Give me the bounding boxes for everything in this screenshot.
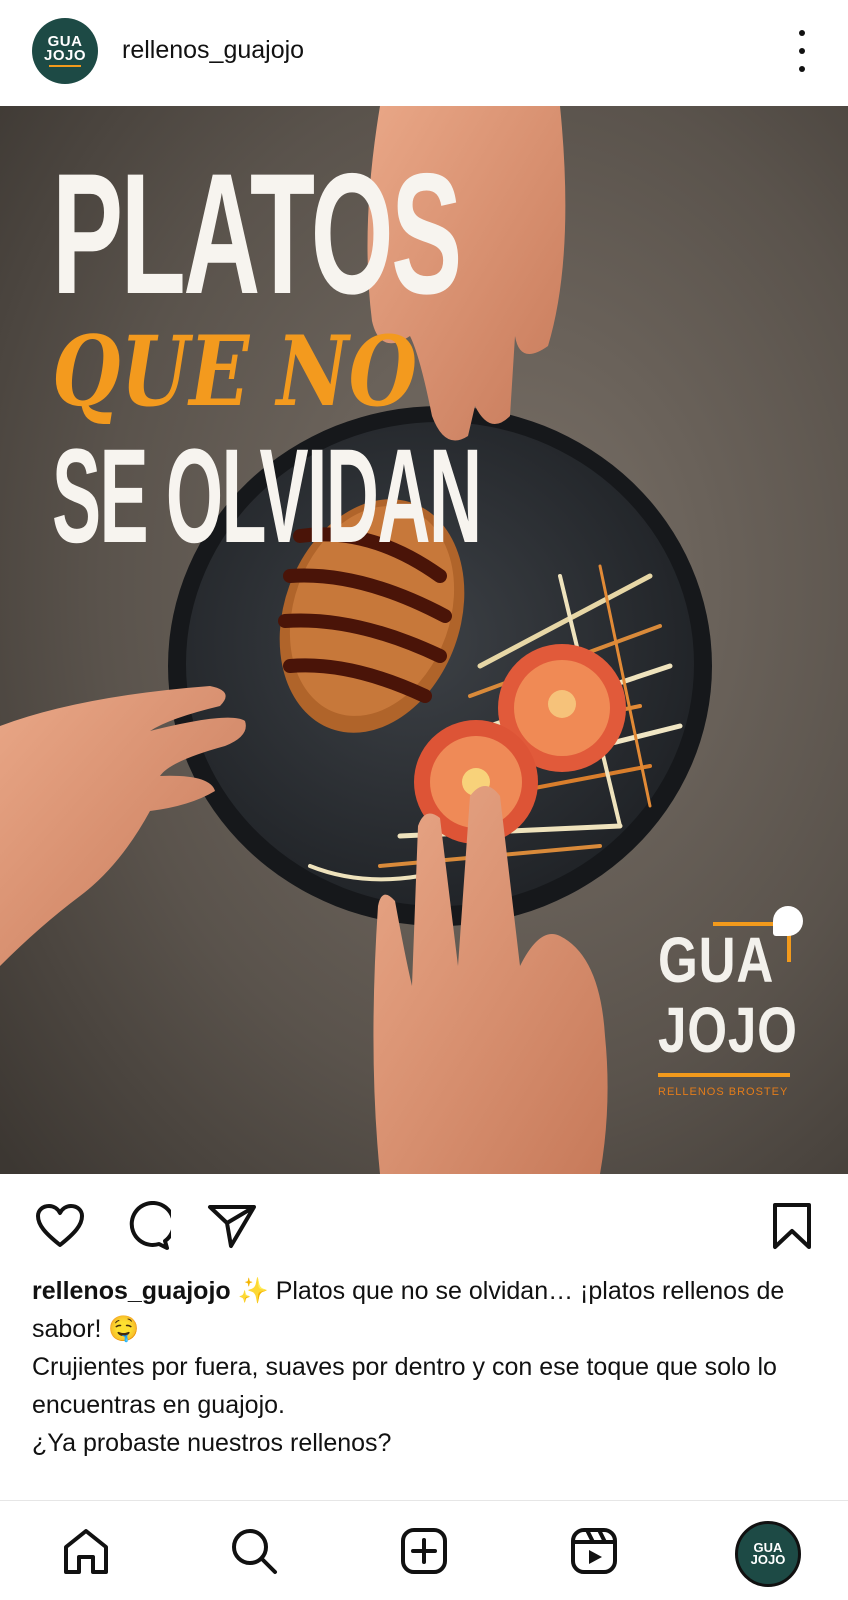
caption-text-line3: ¿Ya probaste nuestros rellenos? <box>32 1429 392 1457</box>
avatar-text-line2: JOJO <box>43 47 87 64</box>
profile-avatar-line2: JOJO <box>750 1552 786 1567</box>
headline-line3: SE OLVIDAN <box>52 422 482 571</box>
account-avatar[interactable]: GUA JOJO <box>32 18 98 84</box>
caption-username[interactable]: rellenos_guajojo <box>32 1277 231 1305</box>
avatar-accent-bar <box>49 65 81 68</box>
profile-avatar[interactable]: GUA JOJO <box>735 1521 801 1587</box>
reels-icon[interactable] <box>566 1523 622 1579</box>
headline-block: PLATOS <box>52 148 710 320</box>
logo-text-line1: GUA <box>658 924 775 996</box>
bottom-navigation: GUA JOJO <box>0 1500 848 1600</box>
comment-icon[interactable] <box>120 1200 172 1252</box>
post-actions <box>0 1174 848 1274</box>
home-icon[interactable] <box>58 1523 114 1579</box>
post-image[interactable]: PLATOS QUE NO SE OLVIDAN GUA JOJO RELLEN… <box>0 106 848 1174</box>
heart-icon[interactable] <box>34 1200 86 1252</box>
headline-line1: PLATOS <box>52 138 462 330</box>
send-icon[interactable] <box>206 1200 258 1252</box>
account-username[interactable]: rellenos_guajojo <box>122 36 304 65</box>
bookmark-icon[interactable] <box>766 1200 818 1252</box>
post-header: GUA JOJO rellenos_guajojo <box>0 0 848 106</box>
post-caption: rellenos_guajojo ✨ Platos que no se olvi… <box>32 1272 832 1462</box>
logo-speech-bubble <box>773 906 803 936</box>
caption-text-line2: Crujientes por fuera, suaves por dentro … <box>32 1353 777 1419</box>
headline-line2: QUE NO <box>52 315 418 428</box>
more-options-icon[interactable] <box>790 30 814 72</box>
logo-tagline: RELLENOS BROSTEY <box>658 1086 789 1098</box>
search-icon[interactable] <box>226 1523 282 1579</box>
logo-underline <box>658 1073 790 1077</box>
create-post-icon[interactable] <box>396 1523 452 1579</box>
caption-line1: rellenos_guajojo ✨ Platos que no se olvi… <box>32 1272 832 1348</box>
brand-logo: GUA JOJO RELLENOS BROSTEY <box>655 906 815 1106</box>
logo-text-line2: JOJO <box>658 994 798 1066</box>
